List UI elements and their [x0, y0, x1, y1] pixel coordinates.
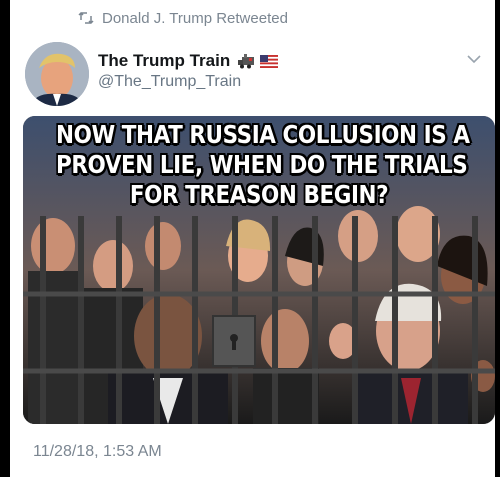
caption-line: FOR TREASON BEGIN?	[129, 180, 389, 209]
author-name: The Trump Train	[98, 51, 231, 70]
retweet-context[interactable]: Donald J. Trump Retweeted	[78, 9, 288, 27]
tweet-image[interactable]: NOW THAT RUSSIA COLLUSION IS A PROVEN LI…	[23, 116, 495, 424]
tweet-card: Donald J. Trump Retweeted The Trump Trai…	[10, 0, 495, 477]
chevron-down-icon[interactable]	[466, 54, 482, 64]
avatar-photo	[25, 42, 89, 106]
retweet-icon	[78, 11, 94, 25]
author-handle[interactable]: @The_Trump_Train	[98, 73, 241, 91]
caption-line: NOW THAT RUSSIA COLLUSION IS A	[56, 120, 470, 149]
retweet-label: Donald J. Trump Retweeted	[102, 9, 288, 27]
meme-caption: NOW THAT RUSSIA COLLUSION IS A PROVEN LI…	[56, 116, 470, 210]
caption-line: PROVEN LIE, WHEN DO THE TRIALS	[56, 150, 468, 179]
author-name-row[interactable]: The Trump Train	[98, 51, 279, 71]
us-flag-icon	[260, 54, 279, 68]
train-icon	[238, 54, 255, 69]
avatar[interactable]	[25, 42, 89, 106]
tweet-timestamp[interactable]: 11/28/18, 1:53 AM	[33, 443, 162, 461]
